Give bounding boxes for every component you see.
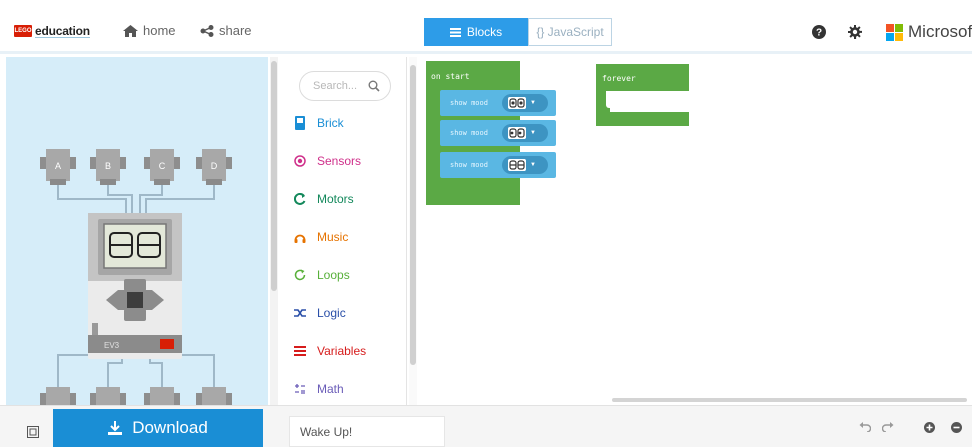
category-label: Math <box>317 382 344 396</box>
makecode-editor: LEGO education home share Blocks {} Java… <box>0 0 972 447</box>
toolbox-category-loops[interactable]: Loops <box>293 265 350 285</box>
show-mood-block-1[interactable]: show mood ▼ <box>440 90 556 116</box>
math-icon <box>293 383 307 395</box>
toolbox-category-brick[interactable]: Brick <box>293 113 344 133</box>
project-name-value: Wake Up! <box>300 424 353 439</box>
loops-icon <box>293 269 307 281</box>
download-icon <box>108 421 123 435</box>
project-name-input[interactable]: Wake Up! <box>289 416 445 447</box>
toolbox-category-sensors[interactable]: Sensors <box>293 151 361 171</box>
download-label: Download <box>132 418 208 437</box>
port-c-label: C <box>159 161 166 171</box>
forever-block[interactable]: forever <box>596 64 689 126</box>
microsoft-text: Microsof <box>908 22 972 41</box>
lego-education-logo[interactable]: LEGO education <box>14 22 96 40</box>
motors-icon <box>293 193 307 205</box>
download-button[interactable]: Download <box>53 409 263 447</box>
toolbox-category-motors[interactable]: Motors <box>293 189 354 209</box>
svg-text:?: ? <box>816 28 822 39</box>
zoom-out-icon[interactable] <box>951 422 962 433</box>
toolbox: Search... Brick Sensors Motors Music Loo… <box>281 57 407 405</box>
mood-neutral-icon <box>508 127 526 139</box>
lego-badge: LEGO <box>14 25 32 37</box>
variables-icon <box>293 346 307 356</box>
home-label: home <box>143 23 176 38</box>
category-label: Variables <box>317 344 367 358</box>
toolbox-category-logic[interactable]: Logic <box>293 303 346 323</box>
toolbox-scrollbar[interactable] <box>409 57 417 405</box>
help-icon: ? <box>812 25 826 39</box>
show-mood-block-2[interactable]: show mood ▼ <box>440 120 556 146</box>
simulator-scrollbar[interactable] <box>270 57 278 405</box>
redo-icon[interactable] <box>882 422 894 432</box>
show-mood-label: show mood <box>450 129 488 137</box>
scroll-thumb[interactable] <box>410 65 416 365</box>
category-label: Sensors <box>317 154 362 168</box>
port-b-label: B <box>105 161 111 171</box>
tab-javascript-label: {} JavaScript <box>536 25 604 39</box>
ev3-label: EV3 <box>104 341 120 350</box>
logo-text: education <box>35 23 90 38</box>
mood-dropdown[interactable]: ▼ <box>502 94 548 112</box>
tab-blocks[interactable]: Blocks <box>424 18 528 46</box>
mood-sleeping-icon <box>508 159 526 171</box>
microsoft-logo[interactable]: Microsof <box>886 22 972 42</box>
sensors-icon <box>293 155 307 167</box>
chevron-down-icon: ▼ <box>530 100 536 106</box>
mood-awake-icon <box>508 97 526 109</box>
gear-icon <box>848 25 862 39</box>
simulator-panel[interactable]: A B C D EV3 <box>6 57 268 405</box>
tab-blocks-label: Blocks <box>466 25 503 39</box>
ev3-screen <box>103 223 167 269</box>
chevron-down-icon: ▼ <box>530 130 536 136</box>
search-input[interactable]: Search... <box>299 71 391 101</box>
toolbox-category-math[interactable]: Math <box>293 379 344 399</box>
music-icon <box>293 231 307 243</box>
brick-icon <box>293 116 307 130</box>
show-mood-label: show mood <box>450 99 488 107</box>
toolbox-category-music[interactable]: Music <box>293 227 348 247</box>
show-mood-block-3[interactable]: show mood ▼ <box>440 152 556 178</box>
on-start-label: on start <box>431 72 470 81</box>
category-label: Music <box>317 230 349 244</box>
blocks-icon <box>449 27 461 37</box>
blocks-workspace[interactable]: on start show mood ▼ show mood ▼ show mo… <box>417 57 972 405</box>
category-label: Logic <box>317 306 346 320</box>
zoom-in-icon[interactable] <box>924 422 935 433</box>
category-label: Loops <box>317 268 350 282</box>
undo-icon[interactable] <box>859 422 871 432</box>
toolbox-category-variables[interactable]: Variables <box>293 341 366 361</box>
forever-slot <box>610 91 689 112</box>
home-button[interactable]: home <box>123 23 176 38</box>
share-icon <box>200 24 214 37</box>
search-placeholder: Search... <box>313 80 358 92</box>
scroll-thumb[interactable] <box>271 61 277 291</box>
chevron-down-icon: ▼ <box>530 162 536 168</box>
show-mood-label: show mood <box>450 161 488 169</box>
mood-dropdown[interactable]: ▼ <box>502 124 548 142</box>
home-icon <box>123 24 138 37</box>
share-label: share <box>219 23 252 38</box>
category-label: Motors <box>317 192 354 206</box>
microsoft-squares-icon <box>886 23 903 41</box>
mood-dropdown[interactable]: ▼ <box>502 156 548 174</box>
ev3-brick-simulator[interactable]: A B C D EV3 <box>6 57 268 405</box>
workspace-horizontal-scrollbar[interactable] <box>612 398 967 402</box>
forever-label: forever <box>602 74 636 83</box>
share-button[interactable]: share <box>200 23 252 38</box>
category-label: Brick <box>317 116 344 130</box>
settings-button[interactable] <box>848 25 862 44</box>
logic-icon <box>293 308 307 318</box>
fullscreen-toggle-icon[interactable] <box>27 426 39 438</box>
port-a-label: A <box>55 161 61 171</box>
top-bar: LEGO education home share Blocks {} Java… <box>0 0 972 54</box>
tab-javascript[interactable]: {} JavaScript <box>528 18 612 46</box>
port-d-label: D <box>211 161 218 171</box>
search-icon[interactable] <box>368 80 380 92</box>
help-button[interactable]: ? <box>812 25 826 44</box>
